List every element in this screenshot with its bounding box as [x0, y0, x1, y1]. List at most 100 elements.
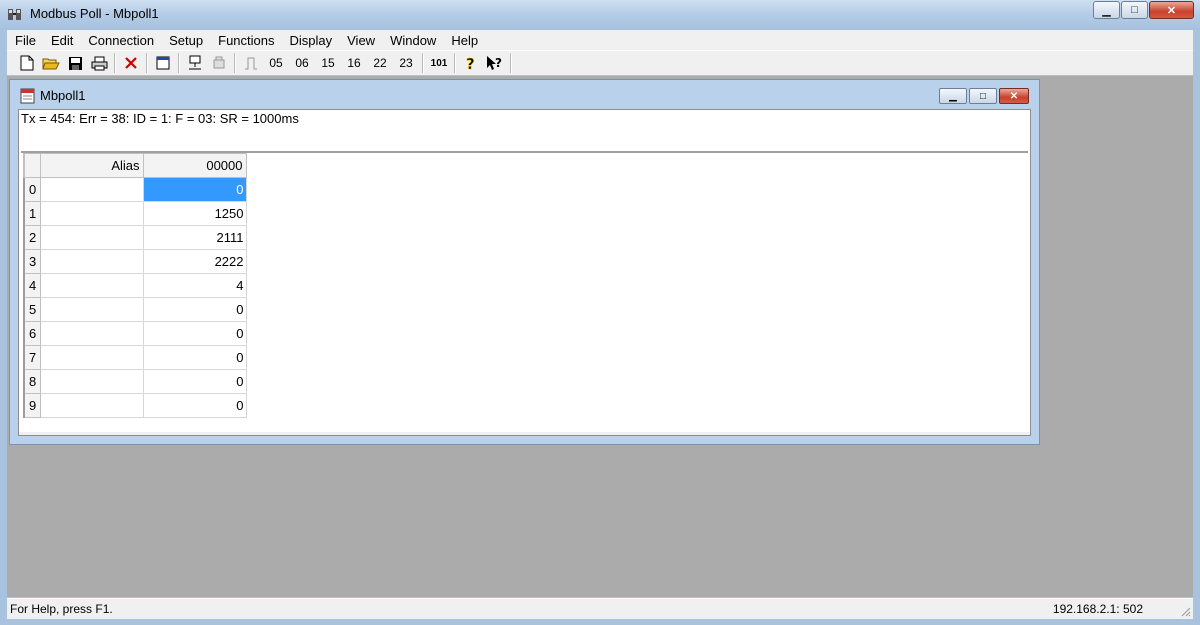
alias-cell[interactable] — [39, 273, 144, 298]
alias-cell[interactable] — [39, 321, 144, 346]
value-cell[interactable]: 0 — [142, 297, 247, 322]
help-icon[interactable]: ? — [461, 52, 481, 74]
table-row: 8 0 — [23, 369, 247, 394]
disconnect-icon[interactable] — [209, 52, 229, 74]
table-row: 5 0 — [23, 297, 247, 322]
close-icon: ✕ — [1009, 90, 1019, 102]
close-button[interactable]: ✕ — [1149, 1, 1194, 19]
child-client-area: Tx = 454: Err = 38: ID = 1: F = 03: SR =… — [18, 109, 1031, 436]
menu-display[interactable]: Display — [282, 33, 340, 48]
function-16-button[interactable]: 16 — [343, 52, 365, 74]
new-icon[interactable] — [17, 52, 37, 74]
row-header[interactable]: 2 — [23, 225, 41, 250]
maximize-button[interactable]: □ — [1121, 1, 1148, 19]
value-cell-selected[interactable]: 0 — [142, 177, 247, 202]
value-cell[interactable]: 4 — [142, 273, 247, 298]
alias-cell[interactable] — [39, 201, 144, 226]
alias-cell[interactable] — [39, 345, 144, 370]
print-icon[interactable] — [89, 52, 109, 74]
value-cell[interactable]: 0 — [142, 369, 247, 394]
alias-cell[interactable] — [39, 249, 144, 274]
open-icon[interactable] — [41, 52, 61, 74]
menu-file[interactable]: File — [7, 33, 43, 48]
poll-status-line: Tx = 454: Err = 38: ID = 1: F = 03: SR =… — [21, 111, 299, 126]
alias-cell[interactable] — [39, 297, 144, 322]
row-header[interactable]: 7 — [23, 345, 41, 370]
menu-view[interactable]: View — [339, 33, 382, 48]
alias-cell[interactable] — [39, 177, 144, 202]
alias-cell[interactable] — [39, 393, 144, 418]
function-22-button[interactable]: 22 — [369, 52, 391, 74]
value-cell[interactable]: 1250 — [142, 201, 247, 226]
function-06-button[interactable]: 06 — [291, 52, 313, 74]
child-restore-button[interactable]: □ — [969, 88, 997, 104]
delete-icon[interactable] — [121, 52, 141, 74]
toolbar-separator — [422, 53, 424, 73]
communication-traffic-button[interactable]: 101 — [429, 52, 449, 74]
title-bar[interactable]: Modbus Poll - Mbpoll1 ▁ □ ✕ — [0, 0, 1200, 30]
table-row: 4 4 — [23, 273, 247, 298]
close-icon: ✕ — [1166, 4, 1177, 17]
save-icon[interactable] — [65, 52, 85, 74]
connect-icon[interactable] — [185, 52, 205, 74]
value-cell[interactable]: 0 — [142, 321, 247, 346]
row-header[interactable]: 8 — [23, 369, 41, 394]
row-header[interactable]: 6 — [23, 321, 41, 346]
mbpoll-child-window: Mbpoll1 ▁ □ ✕ Tx = 454: Err = 38: ID = 1… — [9, 79, 1040, 445]
connection-address: 192.168.2.1: 502 — [1052, 602, 1143, 616]
app-window: Modbus Poll - Mbpoll1 ▁ □ ✕ File Edit Co… — [0, 0, 1200, 625]
function-23-button[interactable]: 23 — [395, 52, 417, 74]
row-header[interactable]: 1 — [23, 201, 41, 226]
table-row: 9 0 — [23, 393, 247, 418]
alias-cell[interactable] — [39, 369, 144, 394]
toolbar-separator — [510, 53, 512, 73]
child-title-bar[interactable]: Mbpoll1 ▁ □ ✕ — [10, 80, 1039, 110]
child-close-button[interactable]: ✕ — [999, 88, 1029, 104]
row-header[interactable]: 3 — [23, 249, 41, 274]
grid-header-row: Alias 00000 — [23, 153, 247, 178]
toolbar-separator — [114, 53, 116, 73]
value-cell[interactable]: 2111 — [142, 225, 247, 250]
table-row: 1 1250 — [23, 201, 247, 226]
menu-window[interactable]: Window — [382, 33, 443, 48]
window-icon[interactable] — [153, 52, 173, 74]
svg-text:?: ? — [495, 56, 502, 70]
alias-column-header[interactable]: Alias — [39, 153, 144, 178]
restore-icon: □ — [979, 90, 987, 102]
value-cell[interactable]: 0 — [142, 393, 247, 418]
value-cell[interactable]: 0 — [142, 345, 247, 370]
minimize-icon: ▁ — [949, 90, 957, 102]
toolbar: 05 06 15 16 22 23 101 ? ? — [7, 50, 1193, 76]
row-header[interactable]: 9 — [23, 393, 41, 418]
register-grid: Alias 00000 0 0 1 1250 2 2111 3 2222 4 4… — [23, 153, 247, 418]
svg-text:?: ? — [466, 55, 475, 71]
maximize-icon: □ — [1131, 4, 1138, 16]
context-help-icon[interactable]: ? — [485, 52, 505, 74]
table-row: 0 0 — [23, 177, 247, 202]
help-hint: For Help, press F1. — [10, 602, 113, 616]
address-column-header[interactable]: 00000 — [142, 153, 247, 178]
table-row: 3 2222 — [23, 249, 247, 274]
menu-functions[interactable]: Functions — [210, 33, 281, 48]
row-header[interactable]: 4 — [23, 273, 41, 298]
child-minimize-button[interactable]: ▁ — [939, 88, 967, 104]
pulse-icon[interactable] — [241, 52, 261, 74]
function-05-button[interactable]: 05 — [265, 52, 287, 74]
menu-connection[interactable]: Connection — [80, 33, 161, 48]
row-header[interactable]: 5 — [23, 297, 41, 322]
minimize-button[interactable]: ▁ — [1093, 1, 1120, 19]
value-cell[interactable]: 2222 — [142, 249, 247, 274]
menu-setup[interactable]: Setup — [161, 33, 210, 48]
function-15-button[interactable]: 15 — [317, 52, 339, 74]
resize-grip-icon[interactable] — [1179, 605, 1191, 617]
menu-help[interactable]: Help — [443, 33, 485, 48]
window-title: Modbus Poll - Mbpoll1 — [30, 6, 159, 21]
table-row: 7 0 — [23, 345, 247, 370]
table-row: 6 0 — [23, 321, 247, 346]
document-icon — [20, 88, 36, 104]
alias-cell[interactable] — [39, 225, 144, 250]
row-header[interactable]: 0 — [23, 177, 41, 202]
menu-bar: File Edit Connection Setup Functions Dis… — [7, 30, 1193, 50]
grid-corner[interactable] — [23, 153, 41, 178]
menu-edit[interactable]: Edit — [43, 33, 80, 48]
